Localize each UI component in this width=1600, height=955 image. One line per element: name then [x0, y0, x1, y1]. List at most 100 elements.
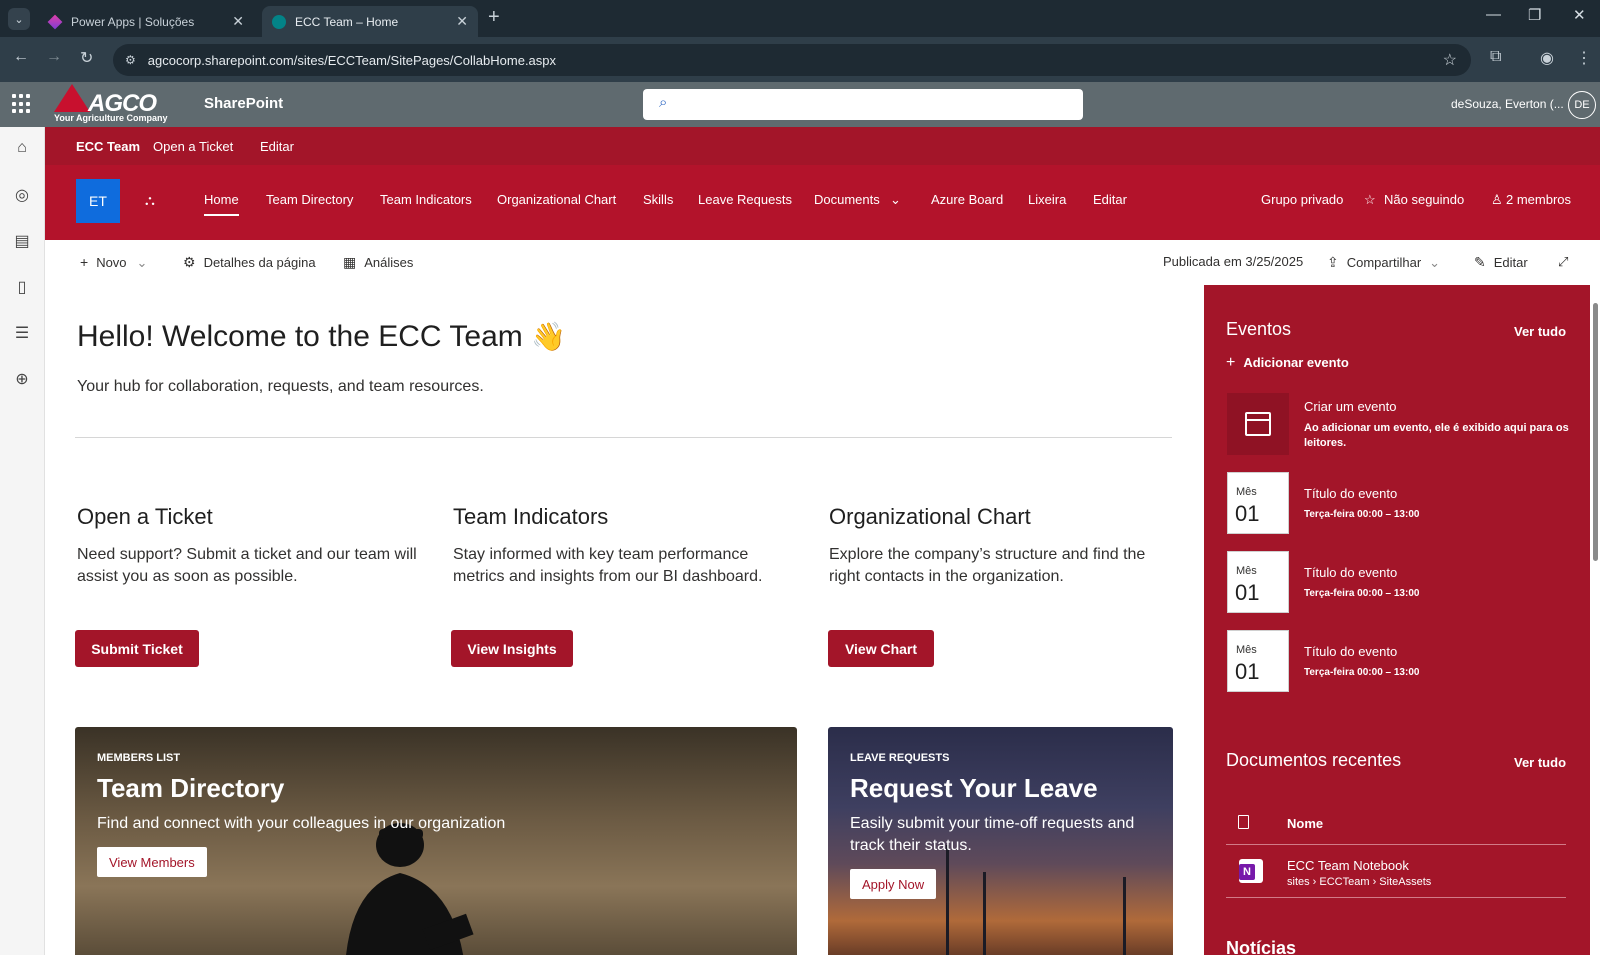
- document-name[interactable]: ECC Team Notebook: [1287, 858, 1409, 873]
- analytics-label: Análises: [364, 255, 414, 270]
- card-title: Team Indicators: [453, 504, 609, 529]
- create-event-title[interactable]: Criar um evento: [1304, 399, 1396, 414]
- hub-nav-open-ticket[interactable]: Open a Ticket: [153, 139, 233, 154]
- analytics-button[interactable]: ▦ Análises: [343, 254, 413, 271]
- globe-icon[interactable]: ◎: [12, 185, 32, 205]
- event-date[interactable]: Mês 01: [1227, 551, 1289, 613]
- event-time: Terça-feira 00:00 – 13:00: [1304, 509, 1420, 520]
- add-event-button[interactable]: + Adicionar evento: [1226, 354, 1349, 372]
- expand-icon[interactable]: ⤢: [1558, 254, 1568, 270]
- nav-skills[interactable]: Skills: [643, 192, 673, 207]
- column-name-label[interactable]: Nome: [1287, 816, 1323, 831]
- card-text: Explore the company’s structure and find…: [829, 546, 1146, 585]
- event-title[interactable]: Título do evento: [1304, 644, 1397, 659]
- events-see-all-link[interactable]: Ver tudo: [1514, 324, 1566, 339]
- new-label: Novo: [96, 255, 127, 270]
- news-title: Notícias: [1226, 938, 1297, 955]
- browser-tab-strip: ⌄ Power Apps | Soluções ✕ ECC Team – Hom…: [0, 0, 1600, 37]
- forward-icon[interactable]: →: [46, 48, 62, 66]
- list-icon[interactable]: ☰: [12, 323, 32, 343]
- share-button[interactable]: ⇪ Compartilhar ⌄: [1327, 254, 1440, 271]
- hero-text: Find and connect with your colleagues in…: [97, 815, 506, 832]
- nav-team-directory[interactable]: Team Directory: [266, 192, 353, 207]
- user-name[interactable]: deSouza, Everton (...: [1451, 97, 1564, 111]
- event-date[interactable]: Mês 01: [1227, 630, 1289, 692]
- close-icon[interactable]: ✕: [456, 13, 468, 30]
- avatar[interactable]: DE: [1568, 91, 1596, 119]
- bookmark-star-icon[interactable]: ☆: [1443, 50, 1457, 70]
- reload-icon[interactable]: ↻: [80, 48, 93, 68]
- profile-icon[interactable]: ◉: [1540, 48, 1554, 68]
- scrollbar-thumb[interactable]: [1593, 303, 1598, 561]
- agco-triangle-icon: [54, 84, 90, 112]
- nav-organizational-chart[interactable]: Organizational Chart: [497, 192, 616, 207]
- members-button[interactable]: 2 membros: [1506, 192, 1571, 207]
- browser-tab-ecc-team[interactable]: ECC Team – Home ✕: [262, 6, 478, 37]
- view-insights-button[interactable]: View Insights: [451, 630, 573, 667]
- minimize-icon[interactable]: —: [1486, 6, 1501, 23]
- hero-request-leave: LEAVE REQUESTS Request Your Leave Easily…: [828, 727, 1173, 955]
- edit-page-button[interactable]: ✎ Editar: [1474, 254, 1528, 271]
- home-icon[interactable]: ⌂: [12, 139, 32, 159]
- hub-nav-edit[interactable]: Editar: [260, 139, 294, 154]
- site-logo[interactable]: ET: [76, 179, 120, 223]
- view-members-button[interactable]: View Members: [97, 847, 207, 877]
- apply-now-button[interactable]: Apply Now: [850, 869, 937, 899]
- app-name[interactable]: SharePoint: [204, 95, 283, 112]
- privacy-label: Grupo privado: [1261, 192, 1344, 207]
- share-label: Compartilhar: [1346, 255, 1422, 270]
- nav-leave-requests[interactable]: Leave Requests: [698, 192, 792, 207]
- event-date[interactable]: Mês 01: [1227, 472, 1289, 534]
- document-row[interactable]: N ECC Team Notebook sites › ECCTeam › Si…: [1226, 846, 1566, 898]
- browser-menu-icon[interactable]: ⋮: [1576, 48, 1592, 68]
- url-bar[interactable]: ⚙ agcocorp.sharepoint.com/sites/ECCTeam/…: [113, 44, 1471, 76]
- documents-see-all-link[interactable]: Ver tudo: [1514, 755, 1566, 770]
- page-details-button[interactable]: ⚙ Detalhes da página: [183, 254, 316, 271]
- page-title-text: Hello! Welcome to the ECC Team: [77, 320, 523, 353]
- hero-eyebrow: MEMBERS LIST: [97, 752, 181, 764]
- document-path: sites › ECCTeam › SiteAssets: [1287, 876, 1432, 888]
- plus-icon: +: [1226, 354, 1236, 371]
- nav-recycle-bin[interactable]: Lixeira: [1028, 192, 1066, 207]
- nav-documents[interactable]: Documents: [814, 192, 880, 207]
- event-title[interactable]: Título do evento: [1304, 565, 1397, 580]
- nav-azure-board[interactable]: Azure Board: [931, 192, 1003, 207]
- nav-team-indicators[interactable]: Team Indicators: [380, 192, 472, 207]
- back-icon[interactable]: ←: [13, 48, 29, 66]
- url-text: agcocorp.sharepoint.com/sites/ECCTeam/Si…: [147, 52, 557, 68]
- card-text: Need support? Submit a ticket and our te…: [77, 546, 417, 585]
- create-icon[interactable]: ⊕: [12, 369, 32, 389]
- close-icon[interactable]: ✕: [232, 13, 244, 30]
- search-input[interactable]: ⌕: [643, 89, 1083, 120]
- hub-nav-ecc-team[interactable]: ECC Team: [76, 139, 140, 154]
- new-button[interactable]: + Novo ⌄: [80, 254, 147, 271]
- star-icon[interactable]: ☆: [1364, 192, 1376, 208]
- window-close-icon[interactable]: ✕: [1573, 6, 1586, 24]
- teams-icon[interactable]: ⛬: [145, 192, 155, 209]
- chevron-down-icon[interactable]: ⌄: [890, 192, 901, 208]
- news-icon[interactable]: ▤: [12, 231, 32, 251]
- follow-button[interactable]: Não seguindo: [1384, 192, 1464, 207]
- event-title[interactable]: Título do evento: [1304, 486, 1397, 501]
- site-info-icon[interactable]: ⚙: [125, 53, 136, 67]
- agco-logo[interactable]: AGCO Your Agriculture Company: [52, 84, 176, 126]
- extensions-icon[interactable]: ⧉: [1490, 48, 1501, 66]
- create-event-tile[interactable]: [1227, 393, 1289, 455]
- analytics-icon: ▦: [343, 254, 357, 270]
- tab-search-button[interactable]: ⌄: [8, 8, 30, 30]
- event-month: Mês: [1236, 486, 1257, 498]
- view-chart-button[interactable]: View Chart: [828, 630, 934, 667]
- published-date: Publicada em 3/25/2025: [1163, 254, 1304, 269]
- nav-home[interactable]: Home: [204, 192, 239, 216]
- nav-edit[interactable]: Editar: [1093, 192, 1127, 207]
- documents-column-header: Nome: [1226, 807, 1566, 845]
- restore-icon[interactable]: ❐: [1528, 6, 1541, 24]
- event-day: 01: [1235, 659, 1260, 684]
- hero-team-directory: MEMBERS LIST Team Directory Find and con…: [75, 727, 797, 955]
- new-tab-button[interactable]: +: [488, 6, 500, 29]
- browser-tab-powerapps[interactable]: Power Apps | Soluções ✕: [38, 6, 254, 37]
- recent-documents-title: Documentos recentes: [1226, 750, 1402, 770]
- file-icon[interactable]: ▯: [12, 277, 32, 297]
- submit-ticket-button[interactable]: Submit Ticket: [75, 630, 199, 667]
- app-launcher-icon[interactable]: [12, 94, 32, 114]
